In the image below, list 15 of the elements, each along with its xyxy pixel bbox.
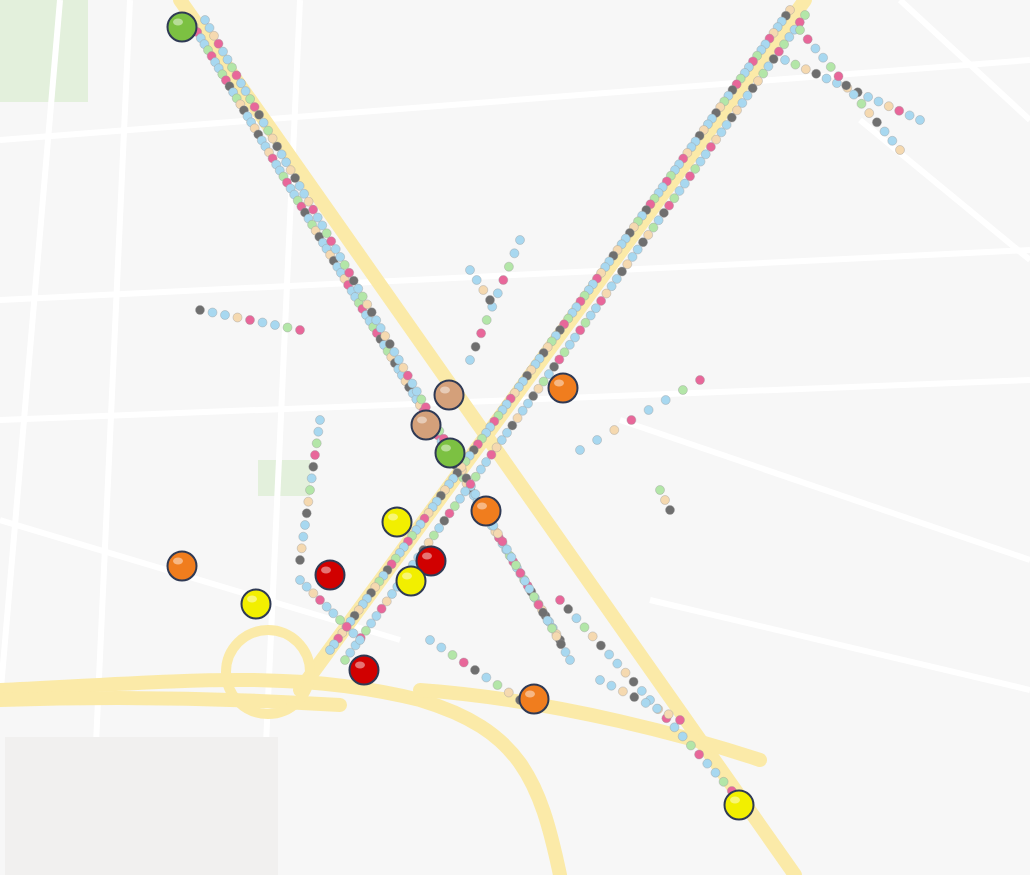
map-marker[interactable]	[547, 372, 579, 404]
map-marker[interactable]	[240, 588, 272, 620]
map-marker[interactable]	[166, 550, 198, 582]
map-marker[interactable]	[348, 654, 380, 686]
map-marker[interactable]	[381, 506, 413, 538]
map-marker[interactable]	[166, 11, 198, 43]
map-marker[interactable]	[433, 379, 465, 411]
map-marker[interactable]	[434, 437, 466, 469]
map-marker[interactable]	[395, 565, 427, 597]
map-marker[interactable]	[410, 409, 442, 441]
map-marker[interactable]	[314, 559, 346, 591]
map-marker[interactable]	[518, 683, 550, 715]
map-marker[interactable]	[415, 545, 447, 577]
map-marker[interactable]	[723, 789, 755, 821]
map-marker[interactable]	[470, 495, 502, 527]
